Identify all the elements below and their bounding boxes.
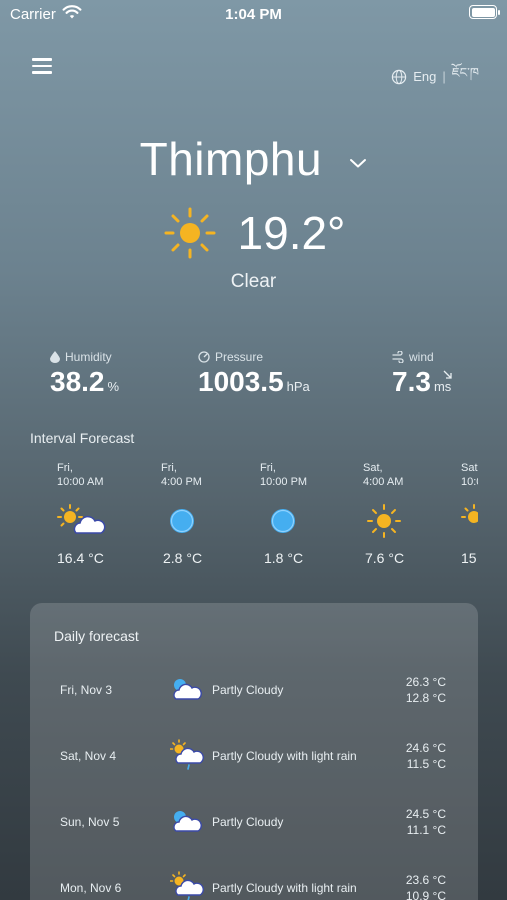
daily-high: 24.6 °C xyxy=(405,741,446,755)
interval-temp: 16.4 °C xyxy=(57,550,104,566)
daily-row[interactable]: Sun, Nov 5 Partly Cloudy 24.5 °C 11.1 °C xyxy=(30,803,478,843)
wind-icon xyxy=(392,351,404,363)
partly-cloudy-icon xyxy=(173,811,202,832)
interval-time: 10:00 PM xyxy=(260,476,308,488)
daily-forecast-card: Daily forecast Fri, Nov 3 Partly Cloudy … xyxy=(30,603,478,900)
interval-day: Sat, xyxy=(363,462,383,474)
interval-day: Sat, xyxy=(461,462,478,474)
interval-item[interactable]: Sat, 4:00 AM 7.6 °C xyxy=(363,461,463,566)
interval-day: Fri, xyxy=(260,462,276,474)
daily-low: 10.9 °C xyxy=(405,889,446,900)
interval-forecast-list[interactable]: Fri, 10:00 AM 16.4 °C Fri, 4:00 PM 2.8 °C … xyxy=(0,461,478,581)
pressure-value: 1003.5 xyxy=(198,366,284,397)
sun-cloud-icon xyxy=(461,504,478,531)
daily-low: 11.5 °C xyxy=(406,757,446,771)
daily-date: Mon, Nov 6 xyxy=(60,881,122,895)
daily-description: Partly Cloudy xyxy=(212,815,284,829)
daily-high: 24.5 °C xyxy=(405,807,446,821)
daily-date: Sun, Nov 5 xyxy=(60,815,120,829)
interval-forecast-title: Interval Forecast xyxy=(30,430,135,446)
humidity-metric: Humidity 38.2% xyxy=(50,350,119,398)
language-separator: | xyxy=(442,69,446,84)
wind-metric: wind 7.3 ms xyxy=(392,350,452,398)
pressure-unit: hPa xyxy=(286,379,310,394)
interval-item[interactable]: Sat, 10:00 AM 15 xyxy=(461,461,478,566)
humidity-value: 38.2 xyxy=(50,366,105,397)
interval-temp: 1.8 °C xyxy=(264,550,304,566)
interval-temp: 15 xyxy=(461,550,477,566)
daily-row[interactable]: Sat, Nov 4 Partly Cloudy with light rain… xyxy=(30,737,478,777)
current-weather: 19.2° xyxy=(0,205,507,261)
droplet-icon xyxy=(50,351,60,363)
interval-time: 10:00 AM xyxy=(461,476,478,488)
moon-icon xyxy=(271,509,295,533)
chevron-down-icon xyxy=(350,158,367,168)
menu-button[interactable] xyxy=(32,58,52,76)
daily-low: 12.8 °C xyxy=(405,691,446,705)
daily-high: 26.3 °C xyxy=(405,675,446,689)
city-selector[interactable]: Thimphu xyxy=(0,132,507,186)
sun-cloud-rain-icon xyxy=(170,871,204,900)
sun-icon xyxy=(367,504,401,538)
interval-day: Fri, xyxy=(161,462,177,474)
sun-cloud-rain-icon xyxy=(170,739,204,770)
current-condition: Clear xyxy=(230,271,277,292)
daily-row[interactable]: Mon, Nov 6 Partly Cloudy with light rain… xyxy=(30,869,478,900)
daily-date: Sat, Nov 4 xyxy=(60,749,117,763)
interval-temp: 7.6 °C xyxy=(365,550,405,566)
interval-item[interactable]: Fri, 10:00 AM 16.4 °C xyxy=(57,461,157,566)
wind-label: wind xyxy=(409,350,434,364)
clock: 1:04 PM xyxy=(225,6,282,23)
language-switcher[interactable]: Eng | ཇོང་ཁ xyxy=(391,58,479,95)
daily-high: 23.6 °C xyxy=(405,873,446,887)
language-option-dzongkha[interactable]: ཇོང་ཁ xyxy=(452,58,479,95)
interval-temp: 2.8 °C xyxy=(163,550,203,566)
interval-time: 4:00 PM xyxy=(161,476,202,488)
partly-cloudy-icon xyxy=(173,679,202,700)
humidity-unit: % xyxy=(107,379,120,394)
interval-item[interactable]: Fri, 10:00 PM 1.8 °C xyxy=(260,461,360,566)
daily-description: Partly Cloudy xyxy=(212,683,284,697)
language-option-english[interactable]: Eng xyxy=(413,69,436,84)
humidity-label: Humidity xyxy=(65,350,112,364)
interval-time: 4:00 AM xyxy=(363,476,404,488)
wind-unit: ms xyxy=(433,379,452,394)
sun-icon xyxy=(164,207,216,259)
status-bar: Carrier 1:04 PM xyxy=(0,0,507,30)
daily-low: 11.1 °C xyxy=(406,823,446,837)
moon-icon xyxy=(170,509,194,533)
daily-row[interactable]: Fri, Nov 3 Partly Cloudy 26.3 °C 12.8 °C xyxy=(30,671,478,711)
sun-cloud-icon xyxy=(57,504,106,534)
daily-date: Fri, Nov 3 xyxy=(60,683,113,697)
city-name: Thimphu xyxy=(139,133,323,185)
daily-description: Partly Cloudy with light rain xyxy=(212,881,357,895)
globe-icon xyxy=(392,69,407,84)
wind-value: 7.3 xyxy=(392,366,431,397)
interval-item[interactable]: Fri, 4:00 PM 2.8 °C xyxy=(161,461,261,566)
wind-direction-arrow-icon xyxy=(443,370,452,379)
battery-icon xyxy=(469,5,500,19)
pressure-icon xyxy=(198,351,210,363)
pressure-label: Pressure xyxy=(215,350,264,364)
interval-day: Fri, xyxy=(57,462,73,474)
pressure-metric: Pressure 1003.5 hPa xyxy=(198,350,310,398)
interval-time: 10:00 AM xyxy=(57,476,104,488)
daily-description: Partly Cloudy with light rain xyxy=(212,749,357,763)
current-temperature: 19.2° xyxy=(237,207,346,259)
daily-forecast-title: Daily forecast xyxy=(54,628,139,644)
